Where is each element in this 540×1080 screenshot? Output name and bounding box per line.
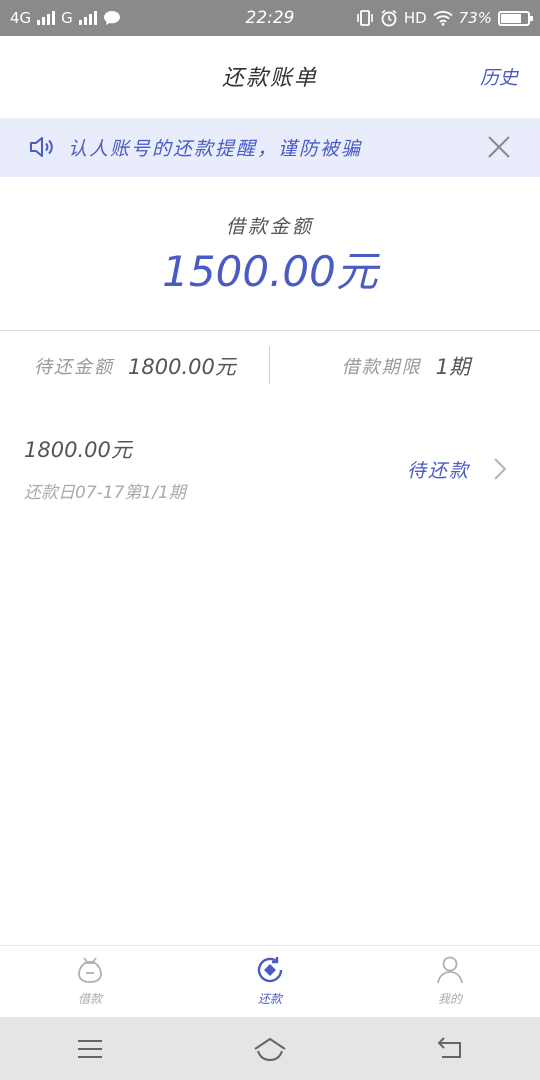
back-button[interactable]: [360, 1017, 540, 1080]
system-nav-bar: [0, 1017, 540, 1080]
tab-label: 还款: [257, 992, 282, 1006]
notice-text: 认人账号的还款提醒，谨防被骗: [68, 138, 363, 160]
speaker-icon: [30, 137, 53, 157]
network-label-4g: 4G: [10, 9, 32, 27]
divider: [0, 330, 540, 331]
vibrate-icon: [357, 10, 373, 26]
loan-term-summary: 借款期限 1期: [342, 348, 470, 384]
bill-due-date: 还款日07-17第1/1期: [24, 483, 186, 503]
repay-icon: [257, 957, 283, 983]
history-button[interactable]: 历史: [480, 63, 518, 90]
home-icon: [254, 1037, 286, 1061]
menu-icon: [78, 1039, 102, 1058]
status-bar: 4G G 22:29 HD 73%: [0, 0, 540, 36]
signal-icon: [78, 11, 97, 25]
repayment-bill-screen: 4G G 22:29 HD 73% 还款账单 历史 认人账号的还款提醒，谨防被骗…: [0, 0, 540, 1080]
battery-percent: 73%: [458, 9, 492, 27]
loan-term-value: 1期: [435, 355, 470, 379]
loan-term-label: 借款期限: [341, 357, 422, 378]
clock: 22:29: [245, 8, 295, 28]
app-header: 还款账单 历史: [0, 36, 540, 118]
battery-icon: [498, 10, 533, 26]
due-amount-value: 1800.00元: [128, 355, 236, 379]
chat-bubble-icon: [103, 11, 120, 25]
summary-separator: [269, 346, 270, 384]
tab-repay[interactable]: 还款: [180, 946, 360, 1017]
tab-label: 借款: [77, 992, 102, 1006]
home-button[interactable]: [180, 1017, 360, 1080]
tab-loan[interactable]: 借款: [0, 946, 180, 1017]
network-label-g: G: [61, 9, 73, 27]
signal-icon: [37, 11, 56, 25]
person-icon: [437, 956, 463, 984]
bill-status: 待还款: [406, 460, 470, 482]
bill-amount: 1800.00元: [24, 438, 132, 462]
bottom-tab-bar: 借款 还款 我的: [0, 945, 540, 1017]
page-title: 还款账单: [221, 66, 318, 91]
loan-amount-label: 借款金额: [225, 216, 314, 238]
menu-button[interactable]: [0, 1017, 180, 1080]
tab-mine[interactable]: 我的: [360, 946, 540, 1017]
hd-label: HD: [403, 9, 427, 27]
loan-amount-value: 1500.00元: [162, 247, 378, 296]
chevron-right-icon: [494, 458, 507, 480]
notice-bar: 认人账号的还款提醒，谨防被骗: [0, 118, 540, 177]
tab-label: 我的: [437, 992, 462, 1006]
wifi-icon: [433, 11, 453, 26]
bag-icon: [78, 957, 102, 983]
alarm-icon: [381, 9, 397, 27]
back-icon: [437, 1036, 461, 1058]
due-amount-label: 待还金额: [34, 357, 114, 378]
bill-list-item[interactable]: 1800.00元 还款日07-17第1/1期 待还款: [0, 420, 540, 516]
due-amount-summary: 待还金额 1800.00元: [34, 348, 236, 384]
close-icon[interactable]: [486, 134, 512, 160]
